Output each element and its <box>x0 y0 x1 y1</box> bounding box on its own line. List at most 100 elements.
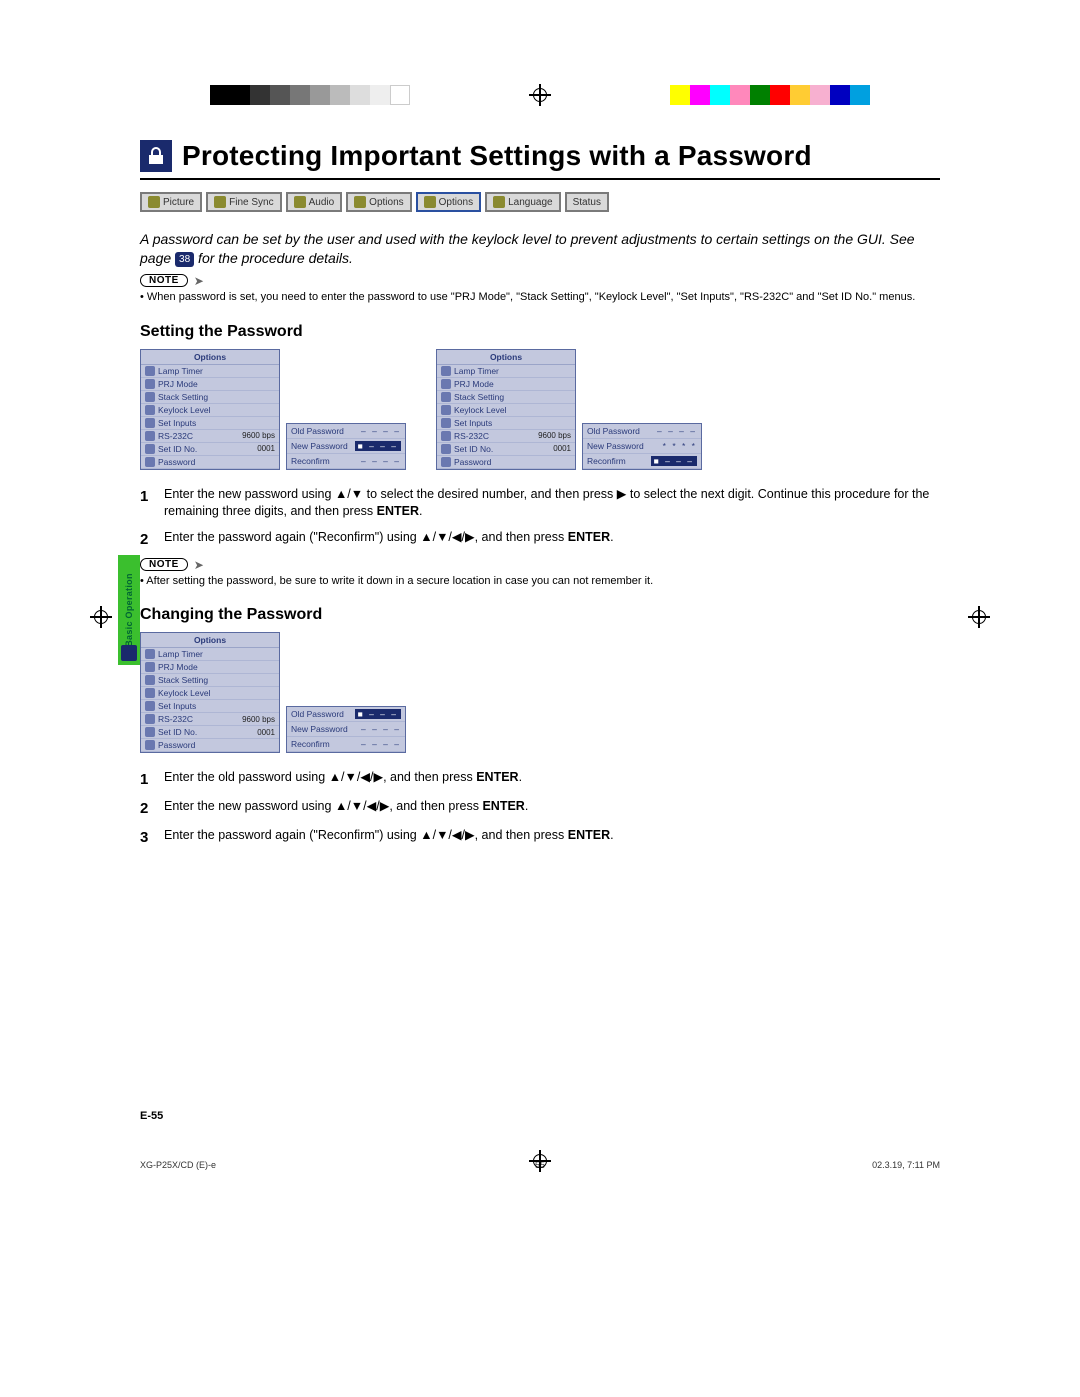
srow-label: Old Password <box>291 709 344 719</box>
audio-icon <box>294 196 306 208</box>
step-text: Enter the new password using ▲/▼/◀/▶, an… <box>164 798 528 819</box>
step-row: 1 Enter the new password using ▲/▼ to se… <box>140 486 940 521</box>
section-tab-icon <box>121 645 137 661</box>
row-label: PRJ Mode <box>158 379 275 389</box>
srow-label: Old Password <box>291 426 344 436</box>
serial-icon <box>441 431 451 441</box>
srow-val: – – – – <box>361 724 401 734</box>
menu-tabs: Picture Fine Sync Audio Options Options … <box>140 192 940 212</box>
id-icon <box>145 444 155 454</box>
row-label: Set Inputs <box>454 418 571 428</box>
lamp-icon <box>145 366 155 376</box>
tab-picture[interactable]: Picture <box>140 192 202 212</box>
inputs-icon <box>145 418 155 428</box>
key-icon <box>145 740 155 750</box>
stack-icon <box>145 392 155 402</box>
tab-label: Options <box>439 197 473 208</box>
step-text: Enter the old password using ▲/▼/◀/▶, an… <box>164 769 522 790</box>
colorbar-right <box>670 85 870 105</box>
options-panel: Options Lamp Timer PRJ Mode Stack Settin… <box>140 349 280 470</box>
tab-label: Audio <box>309 197 335 208</box>
step-number: 2 <box>140 529 154 550</box>
stack-icon <box>441 392 451 402</box>
row-val: 0001 <box>257 728 275 737</box>
footer-right: 02.3.19, 7:11 PM <box>872 1160 940 1170</box>
tab-options-1[interactable]: Options <box>346 192 411 212</box>
srow-val: ■ – – – <box>355 441 401 451</box>
options-icon <box>424 196 436 208</box>
arrow-glyphs: ▲/▼/◀/▶ <box>329 770 383 784</box>
srow-val: – – – – <box>657 426 697 436</box>
srow-val: ■ – – – <box>651 456 697 466</box>
srow-label: Reconfirm <box>587 456 626 466</box>
step-text: Enter the password again ("Reconfirm") u… <box>164 529 614 550</box>
srow-val: ■ – – – <box>355 709 401 719</box>
intro-text: A password can be set by the user and us… <box>140 230 940 268</box>
arrow-glyphs: ▲/▼/◀/▶ <box>420 828 474 842</box>
srow-val: * * * * <box>663 441 697 451</box>
key-icon <box>441 457 451 467</box>
row-val: 0001 <box>257 444 275 453</box>
id-icon <box>441 444 451 454</box>
screenshot-row-changing: Options Lamp Timer PRJ Mode Stack Settin… <box>140 632 940 753</box>
row-label: RS-232C <box>158 431 242 441</box>
page-ref-badge: 38 <box>175 252 194 268</box>
panel-header: Options <box>141 633 279 648</box>
sync-icon <box>214 196 226 208</box>
row-label: Keylock Level <box>158 405 275 415</box>
colorbar-left <box>210 85 410 105</box>
arrow-glyphs: ▲/▼ <box>335 487 363 501</box>
steps-setting: 1 Enter the new password using ▲/▼ to se… <box>140 486 940 550</box>
tab-status[interactable]: Status <box>565 192 609 212</box>
key-icon <box>145 457 155 467</box>
step-number: 2 <box>140 798 154 819</box>
page-number: E-55 <box>140 1110 163 1122</box>
note-badge: NOTE <box>140 558 188 571</box>
row-label: Password <box>158 457 275 467</box>
tab-label: Status <box>573 197 601 208</box>
screenshot-row-setting: Options Lamp Timer PRJ Mode Stack Settin… <box>140 349 940 470</box>
lamp-icon <box>441 366 451 376</box>
row-label: Password <box>158 740 275 750</box>
inputs-icon <box>145 701 155 711</box>
note-text-2: • After setting the password, be sure to… <box>140 574 940 589</box>
srow-label: New Password <box>291 441 348 451</box>
row-label: Lamp Timer <box>158 366 275 376</box>
prj-icon <box>441 379 451 389</box>
password-subpanel-old: Old Password■ – – – New Password– – – – … <box>286 706 406 753</box>
srow-label: New Password <box>291 724 348 734</box>
enter-key: ENTER <box>568 530 610 544</box>
heading-changing-password: Changing the Password <box>140 606 940 624</box>
registration-mark-icon <box>92 608 110 626</box>
tab-fine-sync[interactable]: Fine Sync <box>206 192 281 212</box>
row-label: Set ID No. <box>158 727 257 737</box>
lamp-icon <box>145 649 155 659</box>
panel-header: Options <box>437 350 575 365</box>
row-label: Keylock Level <box>158 688 275 698</box>
row-label: Lamp Timer <box>454 366 571 376</box>
lock-icon <box>441 405 451 415</box>
serial-icon <box>145 714 155 724</box>
tab-options-2[interactable]: Options <box>416 192 481 212</box>
tab-audio[interactable]: Audio <box>286 192 343 212</box>
intro-b: for the procedure details. <box>194 250 353 266</box>
step-row: 1 Enter the old password using ▲/▼/◀/▶, … <box>140 769 940 790</box>
row-label: Keylock Level <box>454 405 571 415</box>
step-row: 2 Enter the new password using ▲/▼/◀/▶, … <box>140 798 940 819</box>
language-icon <box>493 196 505 208</box>
step-row: 2 Enter the password again ("Reconfirm")… <box>140 529 940 550</box>
stack-icon <box>145 675 155 685</box>
row-label: Stack Setting <box>158 675 275 685</box>
row-val: 0001 <box>553 444 571 453</box>
tab-language[interactable]: Language <box>485 192 561 212</box>
page-title: Protecting Important Settings with a Pas… <box>182 140 812 172</box>
arrow-glyphs: ▶ <box>617 487 627 501</box>
row-label: Stack Setting <box>454 392 571 402</box>
step-number: 1 <box>140 486 154 521</box>
row-label: Set ID No. <box>454 444 553 454</box>
row-label: RS-232C <box>158 714 242 724</box>
options-panel: Options Lamp Timer PRJ Mode Stack Settin… <box>436 349 576 470</box>
footer-left: XG-P25X/CD (E)-e <box>140 1160 216 1170</box>
enter-key: ENTER <box>377 504 419 518</box>
section-tab-basic-operation: Basic Operation <box>118 555 140 665</box>
